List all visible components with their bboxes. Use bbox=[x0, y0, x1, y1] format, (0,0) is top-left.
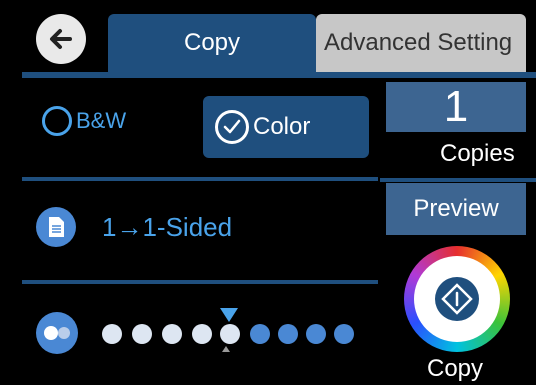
header-divider bbox=[22, 72, 536, 78]
density-dot[interactable] bbox=[162, 324, 182, 344]
row-divider bbox=[22, 177, 378, 181]
preview-button[interactable]: Preview bbox=[386, 183, 526, 235]
bw-option[interactable]: B&W bbox=[42, 106, 126, 136]
document-icon bbox=[36, 207, 76, 247]
start-copy-label: Copy bbox=[427, 355, 484, 382]
radio-unselected-icon bbox=[42, 106, 72, 136]
density-marker-icon bbox=[222, 346, 230, 352]
copies-label: Copies bbox=[440, 140, 515, 167]
color-option[interactable]: Color bbox=[203, 96, 369, 158]
tab-advanced-settings[interactable]: Advanced Setting bbox=[316, 14, 526, 72]
density-dot-current[interactable] bbox=[220, 324, 240, 344]
row-divider bbox=[22, 280, 378, 284]
density-dot[interactable] bbox=[192, 324, 212, 344]
radio-checked-icon bbox=[215, 110, 249, 144]
arrow-left-icon bbox=[50, 29, 72, 49]
density-icon bbox=[36, 312, 78, 354]
bw-label: B&W bbox=[76, 108, 127, 133]
tab-copy[interactable]: Copy bbox=[108, 14, 316, 72]
density-dot[interactable] bbox=[306, 324, 326, 344]
tab-advanced-settings-label: Advanced Setting bbox=[324, 29, 513, 56]
back-button[interactable] bbox=[36, 14, 86, 64]
right-divider bbox=[380, 178, 536, 182]
density-dot[interactable] bbox=[102, 324, 122, 344]
color-label: Color bbox=[253, 113, 311, 140]
tab-copy-label: Copy bbox=[183, 29, 241, 56]
density-dot[interactable] bbox=[250, 324, 270, 344]
start-diamond-icon bbox=[435, 277, 479, 321]
copies-value: 1 bbox=[443, 82, 469, 131]
density-pointer-icon bbox=[220, 308, 238, 322]
density-slider[interactable] bbox=[36, 308, 376, 354]
sided-label: 1→1-Sided bbox=[102, 211, 233, 242]
copies-count-button[interactable]: 1 bbox=[386, 82, 526, 132]
density-dot[interactable] bbox=[334, 324, 354, 344]
start-button-face bbox=[414, 256, 500, 342]
sided-setting[interactable]: 1→1-Sided bbox=[36, 207, 232, 247]
density-dot[interactable] bbox=[132, 324, 152, 344]
copy-screen: Copy Advanced Setting B&W Color 1→1-Side… bbox=[0, 0, 536, 385]
start-copy-button[interactable] bbox=[404, 246, 510, 352]
preview-label: Preview bbox=[413, 195, 499, 222]
density-dot[interactable] bbox=[278, 324, 298, 344]
